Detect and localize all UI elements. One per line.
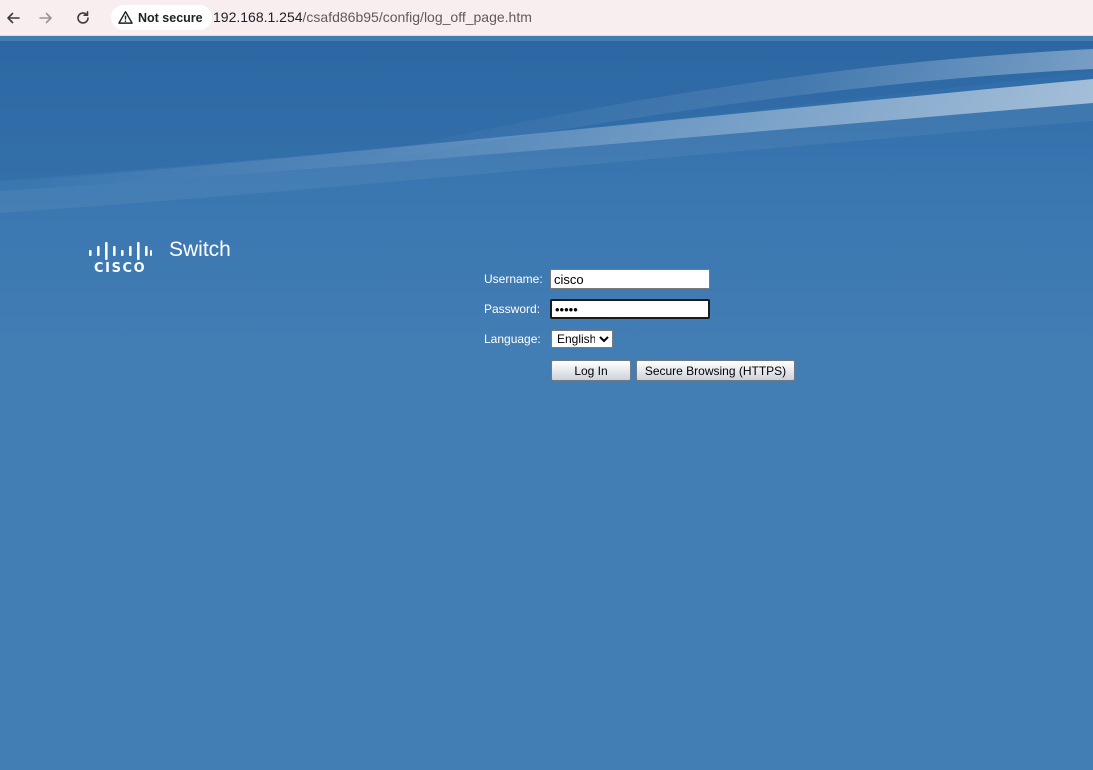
product-title: Switch xyxy=(169,238,231,261)
language-select[interactable]: English xyxy=(551,330,613,348)
forward-icon[interactable] xyxy=(33,6,59,30)
security-indicator[interactable]: Not secure xyxy=(111,5,212,30)
url-host: 192.168.1.254 xyxy=(213,9,303,25)
username-input[interactable] xyxy=(550,269,710,289)
address-bar[interactable]: 192.168.1.254/csafd86b95/config/log_off_… xyxy=(213,9,532,25)
language-label: Language: xyxy=(484,332,541,346)
password-label: Password: xyxy=(484,302,541,316)
secure-browsing-button[interactable]: Secure Browsing (HTTPS) xyxy=(636,360,795,381)
login-button[interactable]: Log In xyxy=(551,360,631,381)
cisco-wordmark: CISCO xyxy=(94,261,147,276)
cisco-bars-icon xyxy=(89,242,152,260)
url-path: /csafd86b95/config/log_off_page.htm xyxy=(302,9,532,25)
password-input[interactable] xyxy=(550,299,710,319)
browser-toolbar: Not secure 192.168.1.254/csafd86b95/conf… xyxy=(0,0,1093,36)
login-page: CISCO Switch Username: Password: Languag… xyxy=(0,41,1093,770)
back-icon[interactable] xyxy=(0,6,26,30)
security-label: Not secure xyxy=(138,10,203,25)
header-swoosh-background xyxy=(0,41,1093,341)
username-label: Username: xyxy=(484,272,543,286)
reload-icon[interactable] xyxy=(70,6,96,30)
warning-icon xyxy=(118,10,133,24)
